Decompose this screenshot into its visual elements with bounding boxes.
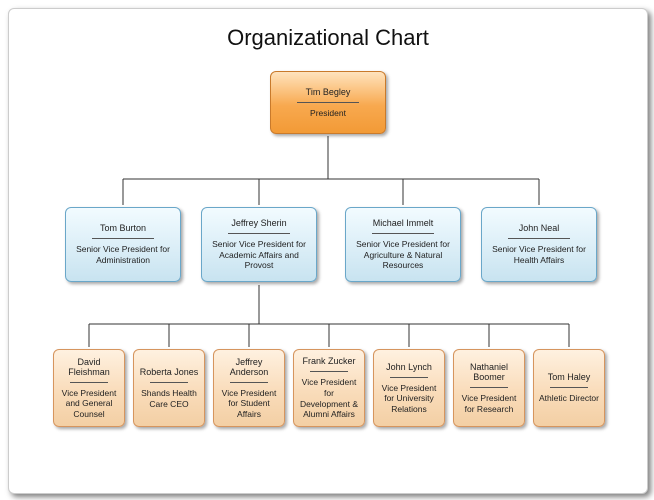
node-svp-administration: Tom Burton Senior Vice President for Adm…: [65, 207, 181, 282]
divider: [297, 102, 360, 103]
person-title: Senior Vice President for Administration: [69, 244, 177, 265]
person-name: Roberta Jones: [138, 367, 201, 377]
person-title: President: [308, 108, 348, 119]
node-president: Tim Begley President: [270, 71, 386, 134]
node-vp-student: Jeffrey Anderson Vice President for Stud…: [213, 349, 285, 427]
person-name: Michael Immelt: [371, 218, 436, 228]
person-name: Jeffrey Anderson: [217, 357, 281, 377]
divider: [372, 233, 435, 234]
node-athletic-director: Tom Haley Athletic Director: [533, 349, 605, 427]
person-name: Jeffrey Sherin: [229, 218, 288, 228]
divider: [230, 382, 267, 383]
chart-canvas: Organizational Chart: [8, 8, 648, 494]
person-name: John Neal: [517, 223, 562, 233]
person-title: Vice President for Student Affairs: [217, 388, 281, 420]
person-title: Athletic Director: [537, 393, 601, 404]
node-shands-ceo: Roberta Jones Shands Health Care CEO: [133, 349, 205, 427]
divider: [508, 238, 571, 239]
divider: [70, 382, 107, 383]
person-name: John Lynch: [384, 362, 434, 372]
person-title: Senior Vice President for Agriculture & …: [349, 239, 457, 271]
node-svp-agriculture: Michael Immelt Senior Vice President for…: [345, 207, 461, 282]
node-vp-research: Nathaniel Boomer Vice President for Rese…: [453, 349, 525, 427]
node-vp-counsel: David Fleishman Vice President and Gener…: [53, 349, 125, 427]
node-vp-university-relations: John Lynch Vice President for University…: [373, 349, 445, 427]
person-title: Senior Vice President for Health Affairs: [485, 244, 593, 265]
divider: [150, 382, 187, 383]
person-title: Shands Health Care CEO: [137, 388, 201, 409]
divider: [92, 238, 155, 239]
person-title: Senior Vice President for Academic Affai…: [205, 239, 313, 271]
person-name: Tom Burton: [98, 223, 148, 233]
person-name: Tom Haley: [546, 372, 593, 382]
org-chart: Organizational Chart: [0, 0, 654, 500]
person-title: Vice President for Development & Alumni …: [297, 377, 361, 420]
person-title: Vice President and General Counsel: [57, 388, 121, 420]
person-name: David Fleishman: [57, 357, 121, 377]
node-svp-academic: Jeffrey Sherin Senior Vice President for…: [201, 207, 317, 282]
node-svp-health: John Neal Senior Vice President for Heal…: [481, 207, 597, 282]
divider: [228, 233, 291, 234]
person-title: Vice President for Research: [457, 393, 521, 414]
person-name: Nathaniel Boomer: [457, 362, 521, 382]
divider: [390, 377, 427, 378]
divider: [470, 387, 507, 388]
person-name: Tim Begley: [304, 87, 353, 97]
person-title: Vice President for University Relations: [377, 383, 441, 415]
chart-title: Organizational Chart: [9, 25, 647, 51]
divider: [550, 387, 587, 388]
node-vp-development: Frank Zucker Vice President for Developm…: [293, 349, 365, 427]
divider: [310, 371, 347, 372]
person-name: Frank Zucker: [300, 356, 357, 366]
